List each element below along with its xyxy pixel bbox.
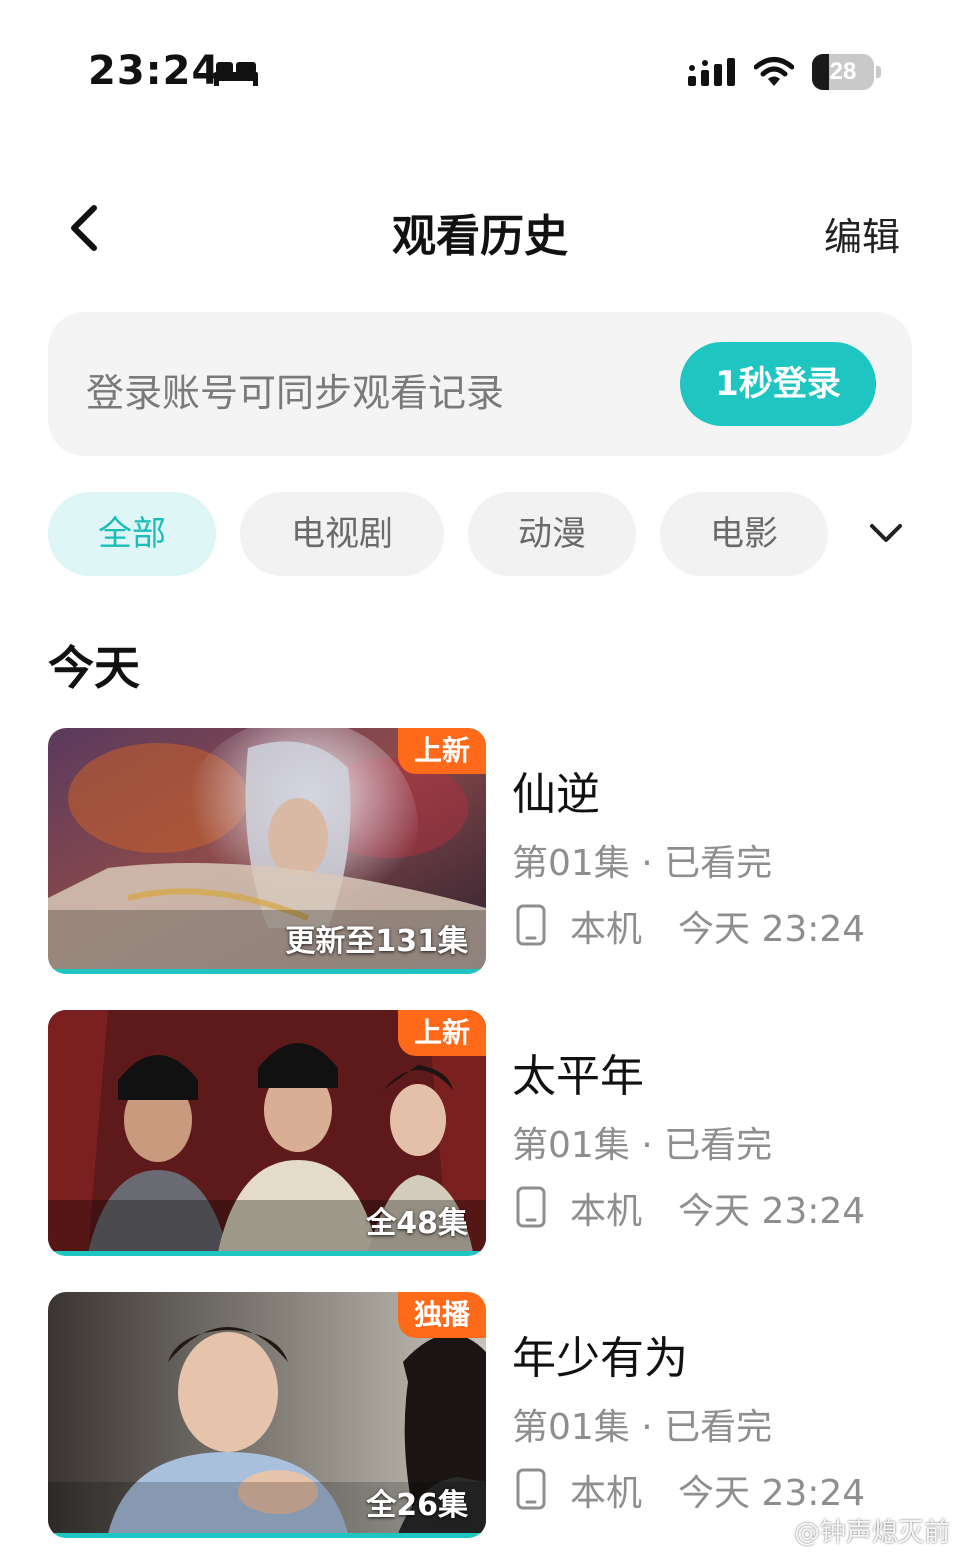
phone-icon <box>516 904 546 946</box>
history-item[interactable]: 上新 全48集 太平年 第01集 · 已看完 本机 今天 23:24 <box>48 1010 912 1256</box>
filter-bar: 全部 电视剧 动漫 电影 <box>48 492 912 576</box>
tag-badge: 上新 <box>397 1010 486 1056</box>
battery-level: 28 <box>829 58 857 85</box>
item-time: 今天 23:24 <box>678 909 866 950</box>
item-device: 本机 <box>570 1473 643 1514</box>
signal-icon <box>688 58 735 86</box>
episode-count: 全48集 <box>366 1206 468 1241</box>
thumbnail[interactable]: 上新 更新至131集 <box>48 728 486 974</box>
phone-icon <box>516 1468 546 1510</box>
watch-progress-bar <box>48 1251 486 1256</box>
status-time: 23:24 <box>88 48 221 94</box>
login-prompt: 登录账号可同步观看记录 <box>86 371 505 415</box>
login-banner: 登录账号可同步观看记录 1秒登录 <box>48 312 912 456</box>
status-bar: 23:24 28 <box>0 0 960 140</box>
chevron-down-icon[interactable] <box>866 514 906 554</box>
page-title: 观看历史 <box>392 211 568 262</box>
item-title: 太平年 <box>512 1051 644 1102</box>
filter-tab-anime[interactable]: 动漫 <box>468 492 636 576</box>
filter-tab-movie[interactable]: 电影 <box>660 492 828 576</box>
section-title: 今天 <box>48 641 140 695</box>
item-title: 年少有为 <box>512 1333 688 1384</box>
thumbnail[interactable]: 独播 全26集 <box>48 1292 486 1538</box>
filter-tab-tv[interactable]: 电视剧 <box>240 492 444 576</box>
item-device: 本机 <box>570 909 643 950</box>
login-button[interactable]: 1秒登录 <box>680 342 876 426</box>
item-progress: 第01集 · 已看完 <box>512 1407 773 1448</box>
watermark: @钟声熄灭前 <box>793 1518 950 1548</box>
item-progress: 第01集 · 已看完 <box>512 1125 773 1166</box>
tag-badge: 独播 <box>397 1292 486 1338</box>
item-progress: 第01集 · 已看完 <box>512 843 773 884</box>
episode-count: 更新至131集 <box>285 924 468 959</box>
tag-badge: 上新 <box>397 728 486 774</box>
watch-progress-bar <box>48 1533 486 1538</box>
item-title: 仙逆 <box>512 769 600 820</box>
item-time: 今天 23:24 <box>678 1473 866 1514</box>
battery-icon: 28 <box>812 54 882 90</box>
history-item[interactable]: 上新 更新至131集 仙逆 第01集 · 已看完 本机 今天 23:24 <box>48 728 912 974</box>
wifi-icon <box>754 57 794 86</box>
history-item[interactable]: 独播 全26集 年少有为 第01集 · 已看完 本机 今天 23:24 <box>48 1292 912 1538</box>
item-device: 本机 <box>570 1191 643 1232</box>
item-time: 今天 23:24 <box>678 1191 866 1232</box>
episode-count: 全26集 <box>366 1488 468 1523</box>
edit-button[interactable]: 编辑 <box>824 206 900 261</box>
watch-progress-bar <box>48 969 486 974</box>
bed-icon <box>214 62 258 86</box>
thumbnail[interactable]: 上新 全48集 <box>48 1010 486 1256</box>
phone-icon <box>516 1186 546 1228</box>
filter-tab-all[interactable]: 全部 <box>48 492 216 576</box>
